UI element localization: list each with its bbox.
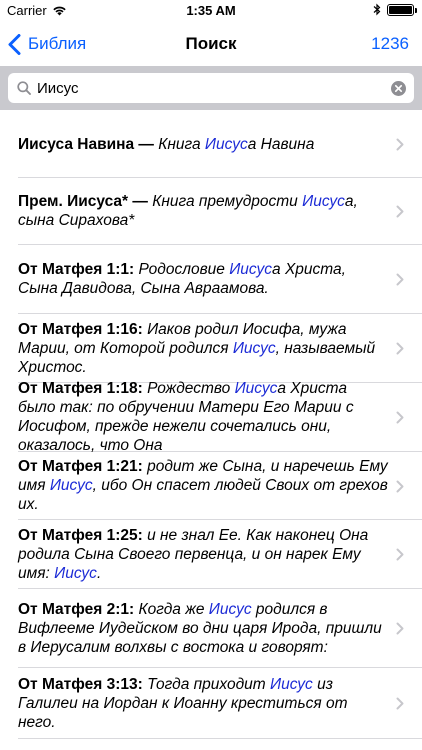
chevron-right-icon [396, 548, 404, 561]
result-row[interactable]: Прем. Иисуса* — Книга премудрости Иисуса… [18, 178, 422, 245]
battery-fill [389, 5, 412, 14]
results-list: Иисуса Навина — Книга Иисуса Навина Прем.… [0, 110, 422, 750]
chevron-right-icon [396, 697, 404, 710]
result-row[interactable]: От Матфея 1:25: и не знал Ее. Как наконе… [18, 520, 422, 589]
verse-reference: Иисуса Навина — [18, 135, 154, 153]
result-text: От Матфея 3:13: Тогда приходит Иисус из … [18, 675, 388, 732]
search-highlight: Иисус [49, 477, 93, 494]
search-highlight: Иисус [204, 135, 248, 153]
verse-reference: От Матфея 1:25: [18, 526, 143, 544]
result-text: От Матфея 2:1: Когда же Иисус родился в … [18, 600, 388, 657]
verse-reference: От Матфея 1:1: [18, 261, 135, 278]
result-text: От Матфея 1:21: родит же Сына, и наречеш… [18, 457, 388, 514]
search-highlight: Иисус [229, 261, 273, 278]
result-row[interactable]: От Матфея 3:13: Тогда приходит Иисус из … [18, 668, 422, 739]
chevron-right-icon [396, 622, 404, 635]
chevron-right-icon [396, 138, 404, 150]
result-row[interactable]: От Матфея 2:1: Когда же Иисус родился в … [18, 589, 422, 668]
search-highlight: Иисус [54, 564, 97, 582]
result-row[interactable]: Иисуса Навина — Книга Иисуса Навина [18, 110, 422, 178]
search-icon [17, 81, 31, 95]
verse-reference: Прем. Иисуса* — [18, 193, 148, 210]
result-text: От Матфея 1:1: Родословие Иисуса Христа,… [18, 260, 388, 298]
search-highlight: Иисус [232, 339, 276, 357]
chevron-right-icon [396, 205, 404, 218]
navigation-bar: Библия Поиск 1236 [0, 22, 422, 66]
chevron-right-icon [396, 411, 404, 424]
result-row[interactable]: От Матфея 1:16: Иаков родил Иосифа, мужа… [18, 314, 422, 383]
result-text: От Матфея 1:25: и не знал Ее. Как наконе… [18, 526, 388, 583]
verse-reference: От Матфея 1:21: [18, 458, 143, 475]
search-field[interactable] [8, 73, 414, 103]
chevron-right-icon [396, 480, 404, 492]
page-title: Поиск [185, 34, 237, 53]
verse-reference: От Матфея 1:16: [18, 320, 143, 338]
clear-icon[interactable] [391, 80, 406, 96]
result-text: От Матфея 1:18: Рождество Иисуса Христа … [18, 379, 388, 455]
result-count: 1236 [371, 34, 409, 53]
search-input[interactable] [37, 79, 391, 97]
verse-text: Книга Иисуса Навина [158, 135, 315, 153]
battery-icon [387, 3, 417, 16]
result-text: От Матфея 1:16: Иаков родил Иосифа, мужа… [18, 320, 388, 377]
chevron-right-icon [396, 342, 404, 355]
result-row[interactable]: От Матфея 1:1: Родословие Иисуса Христа,… [18, 245, 422, 314]
search-bar [0, 66, 422, 110]
bluetooth-icon [373, 3, 381, 16]
verse-reference: От Матфея 3:13: [18, 675, 143, 693]
result-row[interactable]: От Матфея 1:18: Рождество Иисуса Христа … [18, 380, 422, 454]
search-highlight: Иисус [208, 600, 252, 618]
status-time: 1:35 AM [186, 3, 236, 18]
verse-reference: От Матфея 2:1: [18, 600, 135, 618]
result-text: Прем. Иисуса* — Книга премудрости Иисуса… [18, 192, 388, 230]
status-bar: Carrier 1:35 AM [0, 0, 422, 22]
result-row[interactable]: От Матфея 3:15: Но Иисус сказал ему в от… [18, 739, 422, 750]
chevron-right-icon [396, 273, 404, 286]
search-highlight: Иисус [234, 380, 278, 397]
search-highlight: Иисус [302, 193, 345, 210]
result-row[interactable]: От Матфея 1:21: родит же Сына, и наречеш… [18, 452, 422, 520]
search-highlight: Иисус [270, 675, 313, 693]
result-text: Иисуса Навина — Книга Иисуса Навина [18, 135, 388, 154]
status-right [373, 3, 417, 16]
verse-reference: От Матфея 1:18: [18, 380, 143, 397]
